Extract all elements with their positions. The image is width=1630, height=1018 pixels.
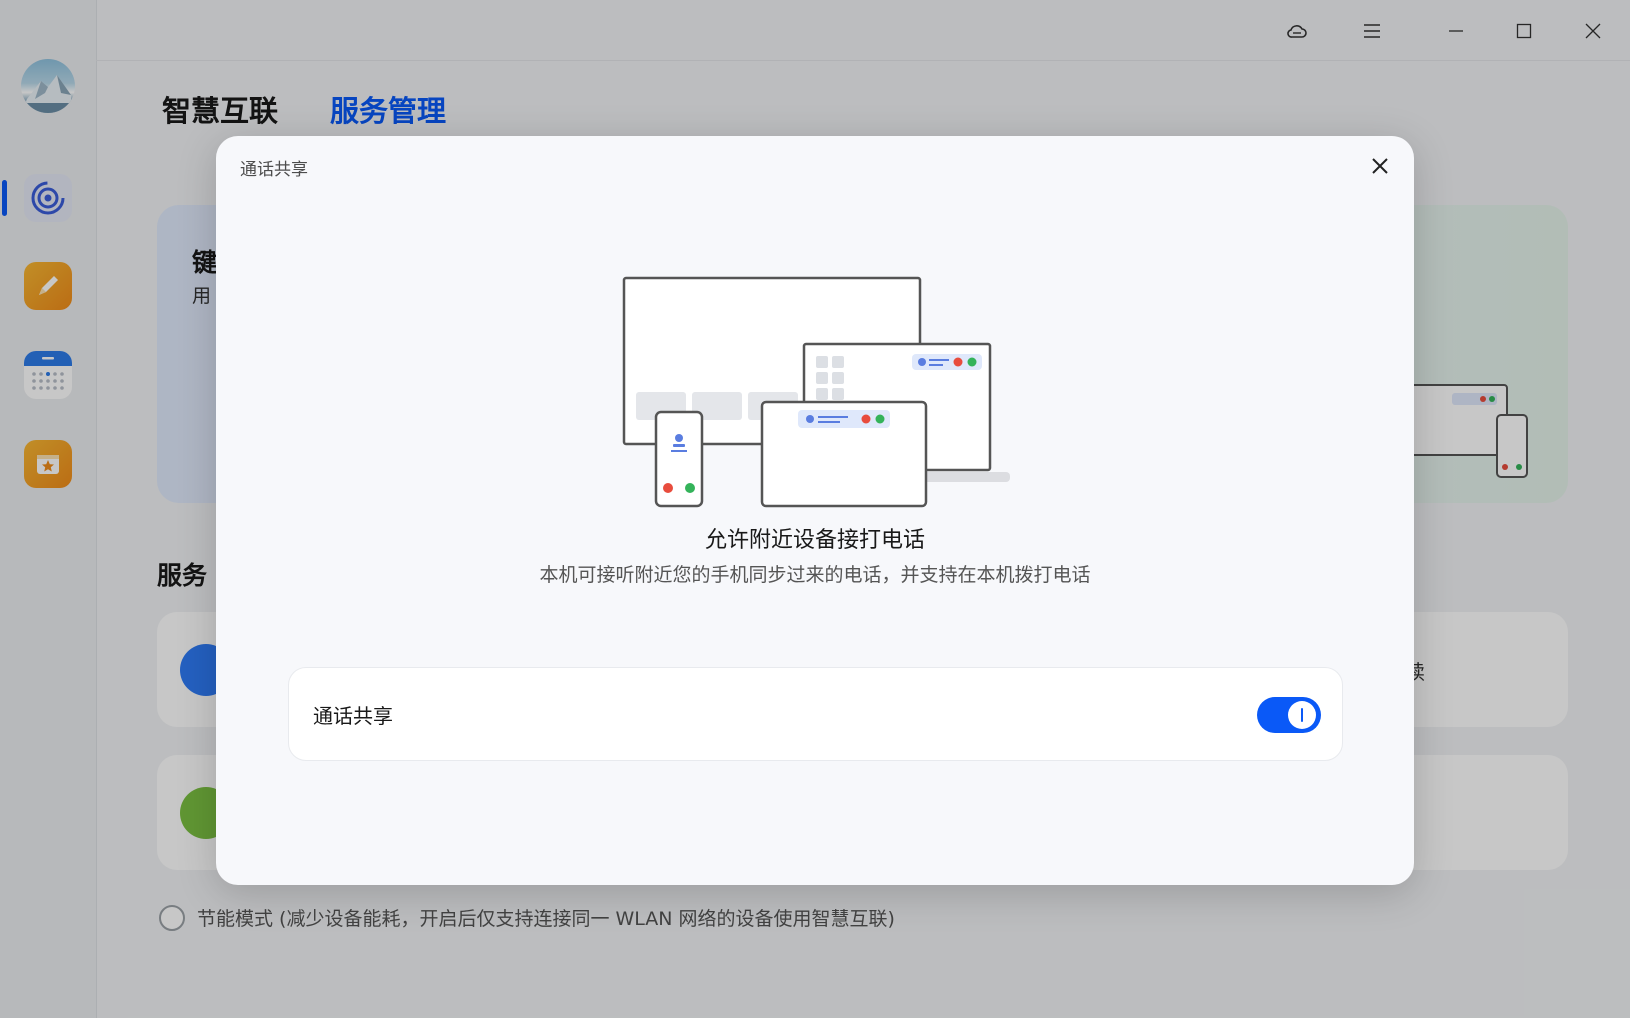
call-sharing-setting-row: 通话共享 [288, 667, 1343, 761]
dialog-close-button[interactable] [1364, 150, 1396, 182]
call-sharing-label: 通话共享 [313, 704, 393, 728]
toggle-knob [1288, 701, 1316, 729]
call-sharing-dialog: 通话共享 允许附近设备接打电话 本机可接听附近您的手机同步过来的电话，并支持在本… [216, 136, 1414, 885]
dialog-heading: 允许附近设备接打电话 [704, 528, 925, 553]
dialog-title: 通话共享 [240, 160, 308, 180]
dialog-description: 本机可接听附近您的手机同步过来的电话，并支持在本机拨打电话 [539, 564, 1091, 586]
call-sharing-toggle[interactable] [1257, 697, 1321, 733]
close-icon [1372, 158, 1388, 174]
